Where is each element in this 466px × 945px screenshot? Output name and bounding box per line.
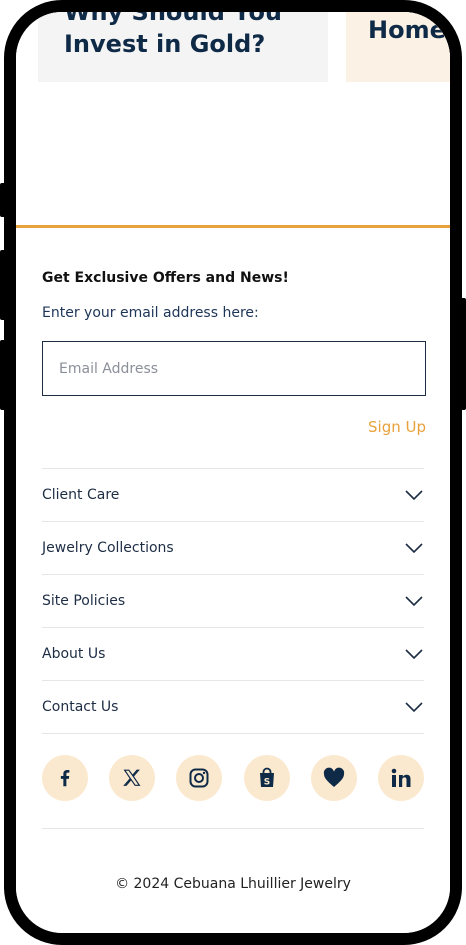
footer-divider bbox=[42, 828, 424, 829]
accordion-item-jewelry-collections[interactable]: Jewelry Collections bbox=[42, 521, 424, 574]
article-card-title-line: Why Should You bbox=[64, 12, 283, 26]
accordion-label: Site Policies bbox=[42, 593, 126, 609]
svg-text:S: S bbox=[263, 778, 269, 788]
phone-frame: Why Should You Invest in Gold? To Home G… bbox=[4, 0, 462, 945]
accordion-label: Contact Us bbox=[42, 699, 119, 715]
chevron-down-icon bbox=[405, 543, 423, 554]
email-field[interactable] bbox=[42, 341, 426, 396]
accordion-item-about-us[interactable]: About Us bbox=[42, 627, 424, 680]
sign-up-button[interactable]: Sign Up bbox=[368, 418, 426, 436]
newsletter-title: Get Exclusive Offers and News! bbox=[42, 270, 289, 286]
shop-link[interactable]: S bbox=[243, 755, 290, 801]
social-links: S bbox=[42, 755, 424, 801]
chevron-down-icon bbox=[405, 596, 423, 607]
accordion-label: About Us bbox=[42, 646, 106, 662]
favorites-link[interactable] bbox=[310, 755, 357, 801]
accordion-item-site-policies[interactable]: Site Policies bbox=[42, 574, 424, 627]
accordion-label: Jewelry Collections bbox=[42, 540, 174, 556]
chevron-down-icon bbox=[405, 490, 423, 501]
instagram-icon bbox=[189, 768, 209, 788]
x-twitter-icon bbox=[123, 769, 141, 786]
accordion-item-client-care[interactable]: Client Care bbox=[42, 468, 424, 521]
screen: Why Should You Invest in Gold? To Home G… bbox=[16, 12, 450, 933]
facebook-link[interactable] bbox=[42, 755, 88, 801]
linkedin-link[interactable] bbox=[377, 755, 424, 801]
copyright-text: © 2024 Cebuana Lhuillier Jewelry bbox=[115, 876, 351, 892]
instagram-link[interactable] bbox=[176, 755, 223, 801]
chevron-down-icon bbox=[405, 702, 423, 713]
accordion-item-contact-us[interactable]: Contact Us bbox=[42, 680, 424, 734]
chevron-down-icon bbox=[405, 649, 423, 660]
linkedin-icon bbox=[391, 768, 411, 787]
footer-accordion: Client Care Jewelry Collections Site Pol… bbox=[42, 468, 424, 734]
article-card[interactable]: Why Should You Invest in Gold? bbox=[38, 12, 328, 82]
x-twitter-link[interactable] bbox=[109, 755, 156, 801]
article-card-title-line: Invest in Gold? bbox=[64, 30, 266, 58]
newsletter-subtitle: Enter your email address here: bbox=[42, 305, 259, 321]
accordion-label: Client Care bbox=[42, 487, 120, 503]
footer-accent-divider bbox=[16, 225, 450, 228]
facebook-icon bbox=[60, 770, 70, 787]
shop-bag-icon: S bbox=[259, 767, 274, 788]
article-card-title-line: Home bbox=[368, 16, 446, 44]
article-card[interactable]: To Home bbox=[346, 12, 450, 82]
heart-icon bbox=[323, 767, 344, 787]
